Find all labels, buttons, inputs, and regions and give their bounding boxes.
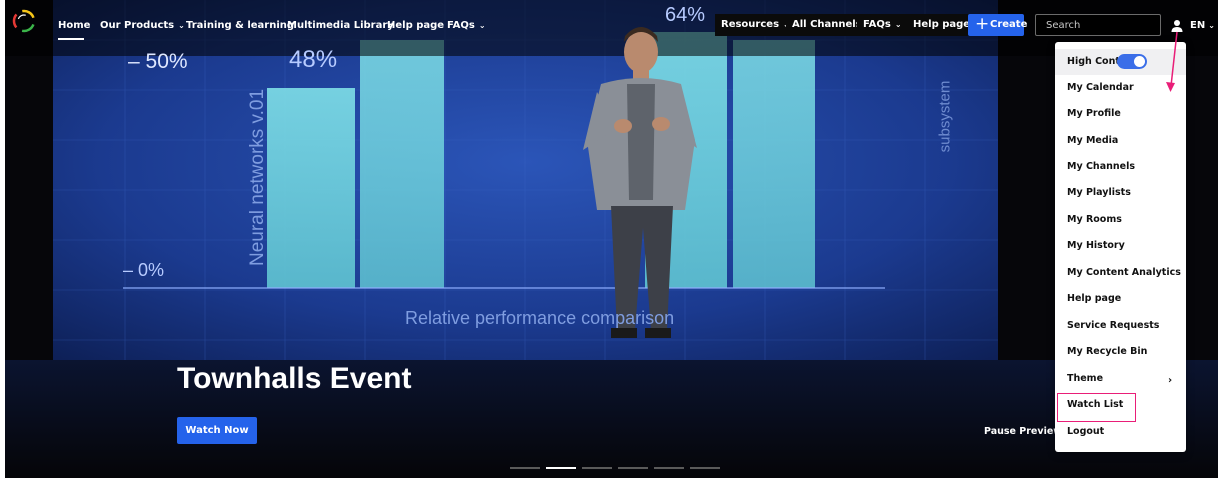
nav-all-channels[interactable]: All Channels: [786, 14, 868, 36]
menu-item-logout[interactable]: Logout: [1055, 419, 1186, 445]
annotation-arrow-icon: [1166, 31, 1178, 92]
watch-list-highlight: [1057, 393, 1136, 422]
carousel-dot[interactable]: [654, 467, 684, 469]
active-tab-indicator: [58, 38, 84, 40]
carousel-dot[interactable]: [510, 467, 540, 469]
watch-now-button[interactable]: Watch Now: [177, 417, 257, 444]
chevron-right-icon: ›: [1168, 375, 1173, 386]
nav-faqs-right-label: FAQs: [863, 19, 891, 30]
search-input[interactable]: [1035, 14, 1161, 36]
create-button-label: Create: [990, 19, 1028, 30]
hero-title: Townhalls Event: [177, 362, 412, 395]
menu-item-my-playlists[interactable]: My Playlists: [1055, 180, 1186, 206]
nav-faqs-right[interactable]: FAQs ⌄: [857, 14, 908, 36]
carousel-dot[interactable]: [618, 467, 648, 469]
nav-multimedia[interactable]: Multimedia Library: [287, 20, 394, 31]
menu-item-my-recycle-bin[interactable]: My Recycle Bin: [1055, 339, 1186, 365]
pause-preview-button[interactable]: Pause Preview: [984, 426, 1062, 437]
plus-icon: +: [975, 14, 990, 34]
screen-caption: Relative performance comparison: [405, 308, 675, 328]
user-menu-dropdown: High Contrast My Calendar My Profile My …: [1055, 42, 1186, 452]
chevron-down-icon: ⌄: [894, 20, 902, 29]
nav-faqs-label: FAQs: [447, 20, 475, 31]
menu-item-theme[interactable]: Theme: [1055, 366, 1186, 392]
nav-our-products-label: Our Products: [100, 20, 175, 31]
menu-item-help-page[interactable]: Help page: [1055, 286, 1186, 312]
nav-resources-label: Resources: [721, 19, 780, 30]
screen-label-neural: Neural networks v.01: [247, 88, 268, 266]
carousel-dot[interactable]: [582, 467, 612, 469]
nav-help-right[interactable]: Help page: [907, 14, 977, 36]
toggle-knob: [1134, 56, 1145, 67]
menu-item-my-content-analytics[interactable]: My Content Analytics: [1055, 260, 1186, 286]
screen-label-0: – 0%: [123, 260, 165, 280]
logo-icon[interactable]: [11, 8, 37, 34]
chevron-down-icon: ⌄: [178, 21, 185, 30]
chevron-down-icon: ⌄: [1208, 21, 1215, 30]
menu-item-service-requests[interactable]: Service Requests: [1055, 313, 1186, 339]
screen-label-subsystem: subsystem: [936, 80, 954, 153]
menu-item-my-rooms[interactable]: My Rooms: [1055, 207, 1186, 233]
carousel-dot[interactable]: [690, 467, 720, 469]
create-button[interactable]: + Create: [968, 14, 1028, 36]
high-contrast-toggle[interactable]: [1117, 54, 1147, 69]
nav-home[interactable]: Home: [58, 20, 90, 31]
menu-item-my-profile[interactable]: My Profile: [1055, 101, 1186, 127]
nav-help[interactable]: Help page: [387, 20, 444, 31]
menu-item-my-history[interactable]: My History: [1055, 233, 1186, 259]
hero-banner: – 50% 48% 64% – 0% Neural networks v.01 …: [5, 0, 1218, 478]
nav-training[interactable]: Training & learning: [186, 20, 294, 31]
nav-resources[interactable]: Resources⌄: [715, 14, 796, 36]
top-navigation: Home Our Products ⌄ Training & learning M…: [5, 0, 1218, 56]
nav-faqs[interactable]: FAQs ⌄: [447, 20, 486, 31]
menu-item-my-media[interactable]: My Media: [1055, 128, 1186, 154]
chevron-down-icon: ⌄: [478, 21, 486, 30]
carousel-dot-active[interactable]: [546, 467, 576, 469]
menu-item-my-channels[interactable]: My Channels: [1055, 154, 1186, 180]
nav-our-products[interactable]: Our Products ⌄: [100, 20, 185, 31]
